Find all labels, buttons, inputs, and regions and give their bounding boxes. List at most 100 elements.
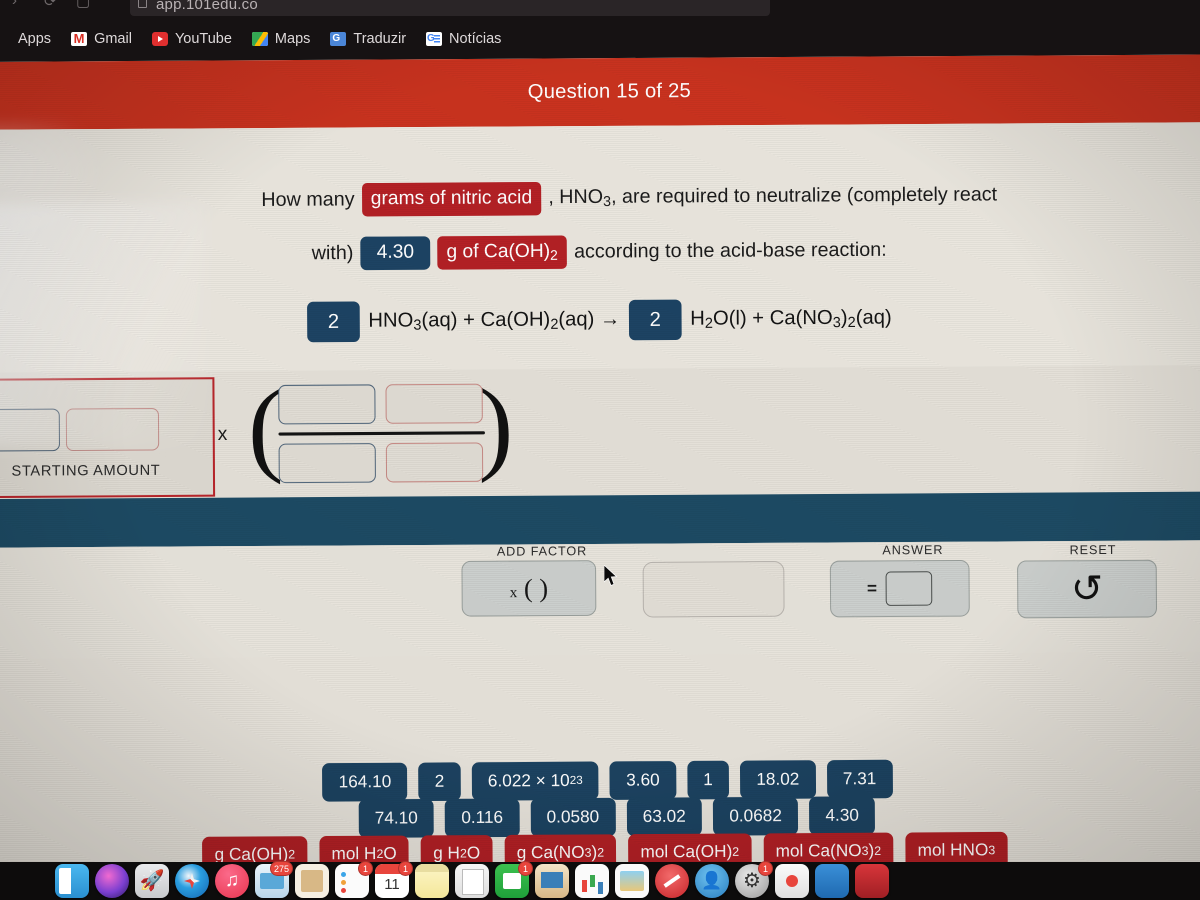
undo-arrow-icon: ↺ bbox=[1070, 567, 1104, 611]
add-factor-glyph: x ( ) bbox=[509, 573, 549, 603]
numeric-tile[interactable]: 6.022 × 10 2 3 bbox=[471, 761, 599, 801]
answer-label: ANSWER bbox=[882, 542, 944, 558]
numeric-tile[interactable]: 164.10 bbox=[322, 762, 408, 802]
dock-icon-numbers[interactable]: 1 bbox=[495, 861, 533, 898]
lock-icon bbox=[138, 0, 147, 8]
youtube-icon bbox=[151, 32, 168, 46]
dock-icon-calendar[interactable]: 11 1 bbox=[375, 861, 413, 898]
bookmark-traduzir[interactable]: Traduzir bbox=[320, 29, 416, 49]
dock-icon-no-entry-app[interactable] bbox=[655, 864, 689, 898]
macos-dock: 275111111 bbox=[55, 861, 889, 900]
question-chip-given-mass: 4.30 bbox=[360, 236, 431, 271]
scratch-panel[interactable] bbox=[642, 561, 785, 618]
dock-icon-red-app[interactable] bbox=[855, 864, 889, 898]
numerator-unit-slot[interactable] bbox=[385, 383, 483, 424]
question-body: How many grams of nitric acid , HNO3, ar… bbox=[0, 122, 1200, 373]
starting-amount-slots bbox=[0, 379, 213, 452]
multiply-symbol: x bbox=[217, 423, 228, 446]
starting-unit-slot[interactable] bbox=[65, 407, 160, 452]
answer-input[interactable] bbox=[886, 571, 933, 606]
question-chip-given-unit: g of Ca(OH)2 bbox=[437, 235, 568, 270]
new-tab-icon[interactable]: ▢ bbox=[76, 0, 90, 10]
add-factor-button[interactable]: x ( ) bbox=[461, 560, 597, 617]
numeric-tile[interactable]: 63.02 bbox=[626, 797, 703, 837]
fraction-rows bbox=[278, 383, 486, 484]
dock-icon-contacts[interactable] bbox=[295, 864, 329, 898]
dock-icon-chart-app[interactable] bbox=[575, 864, 609, 898]
bookmarks-bar: Apps Gmail YouTube Maps Traduzir Notícia… bbox=[0, 24, 1200, 54]
starting-amount-label: STARTING AMOUNT bbox=[11, 462, 161, 480]
question-line1-post: , HNO3, are required to neutralize (comp… bbox=[548, 183, 998, 210]
fraction-denominator bbox=[278, 442, 486, 484]
dock-icon-recorder[interactable] bbox=[775, 864, 809, 898]
question-header: ‹ Question 15 of 25 bbox=[0, 54, 1200, 130]
starting-amount-panel[interactable]: STARTING AMOUNT bbox=[0, 377, 216, 499]
gmail-icon bbox=[71, 32, 88, 46]
section-divider bbox=[0, 491, 1200, 548]
chemical-equation: 2 HNO3(aq) + Ca(OH)2(aq) → 2 H2O(l) + Ca… bbox=[0, 296, 1200, 344]
forward-icon[interactable]: › bbox=[12, 0, 17, 9]
dock-icon-pages[interactable] bbox=[455, 864, 489, 898]
dock-icon-safari[interactable] bbox=[175, 864, 209, 898]
bookmark-noticias-label: Notícias bbox=[449, 31, 502, 47]
numeric-tile[interactable]: 18.02 bbox=[739, 760, 816, 800]
tools-bar: ADD FACTOR x ( ) ANSWER = RESET ↺ bbox=[0, 540, 1200, 659]
denominator-unit-slot[interactable] bbox=[385, 442, 484, 483]
google-translate-icon bbox=[330, 32, 347, 46]
dock-badge: 275 bbox=[269, 861, 293, 876]
dock-icon-photos[interactable] bbox=[615, 864, 649, 898]
reload-icon[interactable]: ⟳ bbox=[44, 0, 57, 10]
bookmark-noticias[interactable]: Notícias bbox=[416, 29, 511, 49]
numeric-tile[interactable]: 3.60 bbox=[609, 761, 676, 800]
add-factor-label: ADD FACTOR bbox=[496, 544, 588, 559]
numeric-tile[interactable]: 0.0682 bbox=[712, 796, 799, 836]
bookmark-youtube[interactable]: YouTube bbox=[142, 29, 242, 49]
numeric-tile[interactable]: 1 bbox=[686, 760, 730, 800]
numeric-tile[interactable]: 7.31 bbox=[826, 759, 893, 799]
fraction-bar bbox=[278, 431, 485, 436]
reset-label: RESET bbox=[1069, 542, 1117, 558]
question-line-2: with) 4.30 g of Ca(OH)2 according to the… bbox=[0, 232, 1200, 273]
dock-badge: 1 bbox=[758, 861, 773, 876]
equation-coefficient-right: 2 bbox=[629, 299, 682, 341]
dock-icon-keynote[interactable] bbox=[535, 864, 569, 898]
dock-badge: 1 bbox=[518, 861, 533, 876]
numeric-tile[interactable]: 0.116 bbox=[444, 798, 520, 838]
numerator-value-slot[interactable] bbox=[278, 384, 376, 425]
maps-icon bbox=[251, 32, 268, 46]
dock-badge: 1 bbox=[358, 861, 373, 876]
equals-sign: = bbox=[866, 578, 878, 598]
bookmark-maps[interactable]: Maps bbox=[242, 29, 320, 49]
numeric-tile[interactable]: 0.0580 bbox=[530, 797, 616, 837]
dock-icon-mail[interactable]: 275 bbox=[255, 861, 293, 898]
dock-icon-music[interactable] bbox=[215, 864, 249, 898]
answer-button[interactable]: = bbox=[829, 559, 970, 618]
dock-icon-siri[interactable] bbox=[95, 864, 129, 898]
fraction-numerator bbox=[278, 383, 485, 425]
google-news-icon bbox=[426, 32, 443, 46]
dock-icon-notes[interactable] bbox=[415, 864, 449, 898]
dock-icon-blue-app[interactable] bbox=[815, 864, 849, 898]
browser-chrome: › ⟳ ▢ app.101edu.co Apps Gmail YouTube M… bbox=[0, 0, 1200, 62]
reset-button[interactable]: ↺ bbox=[1017, 559, 1158, 619]
denominator-value-slot[interactable] bbox=[278, 443, 376, 484]
address-bar[interactable]: app.101edu.co bbox=[130, 0, 770, 16]
work-area: STARTING AMOUNT x ( ) bbox=[0, 365, 1200, 500]
web-page: ‹ Question 15 of 25 How many grams of ni… bbox=[0, 54, 1200, 872]
bookmark-apps-label: Apps bbox=[18, 31, 52, 47]
dock-icon-user-app[interactable] bbox=[695, 864, 729, 898]
numeric-tile[interactable]: 2 bbox=[418, 762, 461, 802]
bookmark-gmail[interactable]: Gmail bbox=[61, 29, 142, 49]
starting-value-slot[interactable] bbox=[0, 408, 61, 452]
bookmark-traduzir-label: Traduzir bbox=[353, 31, 407, 47]
numeric-tile[interactable]: 4.30 bbox=[809, 796, 876, 836]
browser-nav-controls: › ⟳ ▢ bbox=[0, 0, 130, 12]
equation-coefficient-left: 2 bbox=[307, 301, 360, 343]
dock-icon-reminders[interactable]: 1 bbox=[335, 861, 373, 898]
dock-icon-finder[interactable] bbox=[55, 864, 89, 898]
numeric-tile[interactable]: 74.10 bbox=[358, 798, 435, 838]
dock-icon-launchpad[interactable] bbox=[135, 864, 169, 898]
dock-icon-system-preferences[interactable]: 1 bbox=[735, 861, 773, 898]
bookmark-apps[interactable]: Apps bbox=[8, 29, 61, 49]
question-line2-pre: with) bbox=[311, 241, 354, 265]
